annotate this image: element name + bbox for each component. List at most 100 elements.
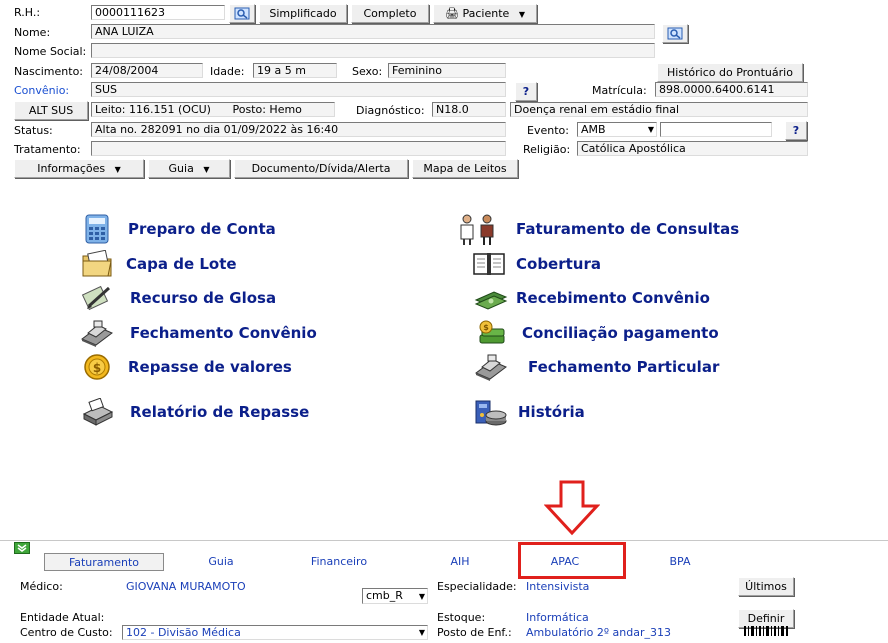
folder-icon [80,249,114,279]
leito-posto-field: Leito: 116.151 (OCU) Posto: Hemo [91,102,335,117]
ultimos-button[interactable]: Últimos [738,577,794,596]
faturamento-consultas-item[interactable]: Faturamento de Consultas [454,211,739,247]
tratamento-field [91,141,506,156]
tab-faturamento[interactable]: Faturamento [44,553,164,571]
nome-label: Nome: [14,26,51,39]
status-field: Alta no. 282091 no dia 01/09/2022 às 16:… [91,122,506,137]
completo-button[interactable]: Completo [351,4,429,23]
diagnostico-desc-field: Doença renal em estádio final [510,102,808,117]
fechamento-particular-item[interactable]: Fechamento Particular [474,349,719,385]
repasse-valores-item[interactable]: $ Repasse de valores [80,349,292,385]
tab-bpa[interactable]: BPA [660,553,700,571]
relatorio-repasse-item[interactable]: Relatório de Repasse [80,394,309,430]
evento-help-button[interactable]: ? [785,121,807,140]
doctor-patient-icon [454,214,502,245]
mapa-leitos-button[interactable]: Mapa de Leitos [412,159,518,178]
convenio-label[interactable]: Convênio: [14,84,69,98]
religiao-label: Religião: [523,143,571,156]
informacoes-menu-button[interactable]: Informações ▼ [14,159,144,178]
religiao-field: Católica Apostólica [577,141,808,156]
fechamento-convenio-label: Fechamento Convênio [130,324,317,342]
convenio-field: SUS [91,82,506,97]
especialidade-value: Intensivista [526,580,590,593]
centro-custo-select[interactable]: 102 - Divisão Médica ▼ [122,625,428,640]
chevron-down-icon: ▼ [518,10,525,19]
nome-field: ANA LUIZA [91,24,655,39]
evento-value: AMB [581,123,606,136]
alt-sus-button[interactable]: ALT SUS [14,101,88,120]
informacoes-label: Informações [37,162,106,175]
matricula-field: 898.0000.6400.6141 [655,82,808,97]
printer-icon [80,397,114,427]
collapse-chevron-icon[interactable] [14,542,30,554]
conciliacao-pagamento-label: Conciliação pagamento [522,324,719,342]
guia-label: Guia [168,162,194,175]
cmb-select[interactable]: cmb_R ▼ [362,588,428,604]
tab-guia[interactable]: Guia [196,553,246,571]
nome-social-field [91,43,655,58]
capa-lote-label: Capa de Lote [126,255,237,273]
posto-enf-value: Ambulatório 2º andar_313 [526,626,671,639]
posto-enf-label: Posto de Enf.: [437,626,512,639]
chevron-down-icon: ▼ [418,592,425,601]
sexo-field: Feminino [388,63,506,78]
recurso-glosa-label: Recurso de Glosa [130,289,277,307]
red-arrow-icon [544,480,600,536]
cash-register-icon [80,318,114,348]
convenio-help-button[interactable]: ? [515,82,537,101]
idade-label: Idade: [210,65,245,78]
guia-menu-button[interactable]: Guia ▼ [148,159,230,178]
paciente-button[interactable]: 🖨 Paciente ▼ [433,4,537,23]
rh-input[interactable]: 0000111623 [91,5,225,20]
chevron-down-icon: ▼ [114,165,121,174]
coin-icon: $ [80,352,114,382]
fechamento-particular-label: Fechamento Particular [528,358,720,376]
recurso-glosa-item[interactable]: Recurso de Glosa [80,280,276,316]
tab-aih[interactable]: AIH [440,553,480,571]
nome-social-label: Nome Social: [14,45,87,58]
diagnostico-code-field: N18.0 [432,102,506,117]
medico-value: GIOVANA MURAMOTO [126,580,246,593]
svg-text:$: $ [93,361,101,375]
recebimento-convenio-label: Recebimento Convênio [516,289,710,307]
bottom-panel-divider [0,540,888,541]
capa-lote-item[interactable]: Capa de Lote [80,246,237,282]
cobertura-label: Cobertura [516,255,601,273]
svg-text:$: $ [483,323,489,332]
simplificado-button[interactable]: Simplificado [259,4,347,23]
historia-item[interactable]: História [474,394,585,430]
evento-select[interactable]: AMB ▼ [577,122,657,137]
printer-small-icon: 🖨 [445,7,459,20]
chevron-down-icon: ▼ [203,165,210,174]
cmb-value: cmb_R [366,589,403,602]
tab-financeiro[interactable]: Financeiro [304,553,374,571]
preparo-conta-item[interactable]: Preparo de Conta [80,211,276,247]
recebimento-convenio-item[interactable]: Recebimento Convênio [474,280,710,316]
historia-label: História [518,403,585,421]
magnifier-icon [234,7,250,20]
conciliacao-pagamento-item[interactable]: $ Conciliação pagamento [474,315,719,351]
barcode-icon[interactable] [742,626,792,636]
centro-custo-value: 102 - Divisão Médica [126,626,241,639]
matricula-label: Matrícula: [592,84,647,97]
paciente-label: Paciente [462,7,510,20]
history-icon [474,397,508,427]
tab-apac[interactable]: APAC [540,553,590,571]
medico-label: Médico: [20,580,63,593]
search-name-button[interactable] [662,24,688,43]
evento-extra-input[interactable] [660,122,772,137]
diagnostico-label: Diagnóstico: [356,104,425,117]
evento-label: Evento: [527,124,569,137]
calculator-icon [80,214,114,244]
cobertura-item[interactable]: Cobertura [472,246,601,282]
entidade-label: Entidade Atual: [20,611,105,624]
fechamento-convenio-item[interactable]: Fechamento Convênio [80,315,317,351]
documento-divida-alerta-button[interactable]: Documento/Dívida/Alerta [234,159,408,178]
search-patient-button[interactable] [229,4,255,23]
relatorio-repasse-label: Relatório de Repasse [130,403,310,421]
estoque-label: Estoque: [437,611,486,624]
centro-custo-label: Centro de Custo: [20,626,113,639]
leito-text: Leito: 116.151 (OCU) [95,103,211,116]
historico-prontuario-button[interactable]: Histórico do Prontuário [657,63,803,82]
book-icon [472,249,506,279]
